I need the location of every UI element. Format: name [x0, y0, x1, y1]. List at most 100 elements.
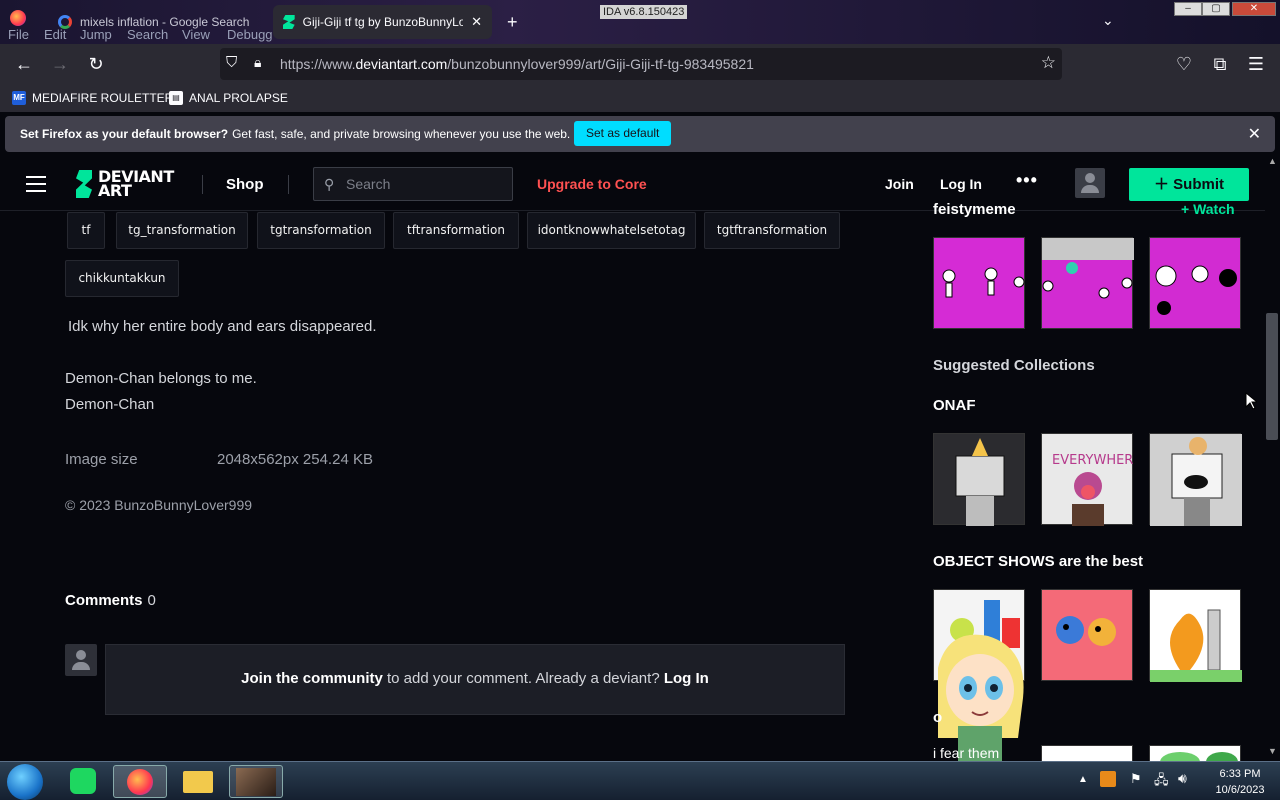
artwork-thumbnail[interactable]	[1149, 433, 1242, 526]
shop-link[interactable]: Shop	[226, 176, 264, 193]
close-tab-icon[interactable]: ✕	[471, 14, 482, 30]
browser-titlebar: File Edit Jump Search View Debugg mixels…	[0, 0, 1280, 44]
artwork-thumbnail[interactable]	[1041, 237, 1134, 329]
forward-arrow-icon[interactable]: →	[48, 54, 72, 74]
tag-chip[interactable]: idontknowwhatelsetotag	[527, 212, 696, 249]
comment-login-link[interactable]: Log In	[664, 670, 709, 687]
artwork-thumbnail[interactable]	[1149, 589, 1242, 682]
partial-image	[1160, 752, 1238, 772]
default-avatar-icon	[65, 644, 97, 676]
search-placeholder: Search	[346, 176, 391, 192]
new-tab-icon[interactable]: +	[507, 12, 518, 33]
scrollbar-thumb[interactable]	[1266, 313, 1278, 440]
tag-chip[interactable]: tftransformation	[393, 212, 519, 249]
artwork-thumbnail[interactable]	[1149, 237, 1241, 329]
mediafire-icon: MF	[12, 91, 26, 105]
system-clock[interactable]: 6:33 PM 10/6/2023	[1205, 766, 1275, 798]
tag-chip[interactable]: tg_transformation	[116, 212, 248, 249]
stick-figures-image	[1155, 265, 1237, 315]
maximize-button[interactable]: ▢	[1202, 2, 1230, 16]
start-button[interactable]	[7, 764, 43, 800]
tag-chip[interactable]: chikkuntakkun	[65, 260, 179, 297]
hamburger-menu-icon[interactable]	[26, 176, 46, 192]
pocket-icon[interactable]: ♡	[1172, 54, 1196, 74]
bookmark-second[interactable]: ▤ ANAL PROLAPSE	[169, 91, 288, 105]
character-image	[955, 438, 1005, 526]
tab-deviantart-active[interactable]: Giji-Giji tf tg by BunzoBunnyLo ✕	[273, 5, 492, 39]
firefox-menu-icon[interactable]	[10, 10, 26, 26]
tray-app-icon[interactable]	[1100, 771, 1116, 787]
artwork-thumbnail[interactable]	[933, 237, 1025, 329]
artwork-thumbnail[interactable]	[933, 433, 1025, 526]
comment-prompt-text: to add your comment. Already a deviant?	[387, 670, 660, 687]
window-close-button[interactable]: ✕	[1232, 2, 1276, 16]
collection-title[interactable]: o	[933, 709, 942, 726]
url-bar[interactable]: ⛉ 🔒︎ https://www.deviantart.com/bunzobun…	[220, 48, 1062, 80]
watch-button[interactable]: + Watch	[1181, 201, 1235, 217]
page-scrollbar[interactable]: ▲ ▼	[1265, 156, 1280, 761]
taskbar-spotify[interactable]	[56, 765, 110, 798]
app-menu-icon[interactable]: ☰	[1244, 54, 1268, 74]
minimize-button[interactable]: –	[1174, 2, 1202, 16]
copyright-text: © 2023 BunzoBunnyLover999	[65, 497, 253, 513]
artwork-thumbnail[interactable]	[1041, 589, 1133, 681]
collection-title[interactable]: OBJECT SHOWS are the best	[933, 553, 1143, 570]
desktop-character-overlay[interactable]	[928, 628, 1030, 762]
taskbar-image-viewer[interactable]	[229, 765, 283, 798]
tag-chip[interactable]: tgtransformation	[257, 212, 385, 249]
tab-label: Giji-Giji tf tg by BunzoBunnyLo	[302, 15, 464, 29]
bookmark-mediafire[interactable]: MF MEDIAFIRE ROULETTER	[12, 91, 173, 105]
action-center-icon[interactable]: ⚑	[1130, 771, 1142, 787]
shield-icon[interactable]: ⛉	[226, 54, 237, 71]
more-options-icon[interactable]: •••	[1016, 170, 1038, 191]
scroll-up-icon[interactable]: ▲	[1268, 156, 1277, 166]
search-input[interactable]: ⚲ Search	[313, 167, 513, 201]
volume-icon[interactable]: 🔊︎	[1178, 770, 1187, 787]
artwork-thumbnail[interactable]	[1149, 745, 1241, 772]
bookmark-label: ANAL PROLAPSE	[189, 91, 288, 105]
list-all-tabs-icon[interactable]: ⌄	[1102, 12, 1114, 29]
clock-time: 6:33 PM	[1219, 768, 1261, 780]
join-link[interactable]: Join	[885, 176, 914, 192]
submit-button[interactable]: ＋ Submit	[1129, 168, 1249, 201]
scroll-down-icon[interactable]: ▼	[1268, 746, 1277, 756]
deviantart-header: DEVIANT ART Shop ⚲ Search Upgrade to Core…	[0, 156, 1265, 211]
description-line: Idk why her entire body and ears disappe…	[68, 318, 377, 335]
login-link[interactable]: Log In	[940, 176, 982, 192]
network-icon[interactable]: 🖧︎	[1154, 771, 1169, 793]
character-image: EVERYWHERE	[1052, 453, 1142, 526]
upgrade-to-core-link[interactable]: Upgrade to Core	[537, 176, 647, 192]
cartoon-girl-image	[938, 634, 1024, 762]
submit-label: Submit	[1173, 176, 1225, 193]
tag-chip[interactable]: tf	[67, 212, 105, 249]
set-as-default-button[interactable]: Set as default	[574, 121, 672, 146]
default-browser-notification: Set Firefox as your default browser? Get…	[5, 116, 1275, 152]
comments-count: 0	[147, 592, 156, 609]
menu-file[interactable]: File	[8, 27, 29, 42]
spotify-icon	[70, 768, 96, 794]
join-community-link[interactable]: Join the community	[241, 670, 383, 687]
extensions-icon[interactable]: ⧉	[1208, 54, 1232, 74]
back-arrow-icon[interactable]: ←	[12, 54, 36, 74]
gallery-title-partial[interactable]: feistymeme	[933, 201, 1016, 217]
firefox-icon	[127, 769, 153, 795]
artwork-thumbnail[interactable]	[1041, 745, 1133, 761]
url-text[interactable]: https://www.deviantart.com/bunzobunnylov…	[280, 56, 754, 72]
tab-google-search[interactable]: mixels inflation - Google Search	[48, 5, 272, 39]
reload-icon[interactable]: ↻	[84, 54, 108, 74]
close-icon[interactable]: ✕	[1248, 124, 1261, 144]
search-icon: ⚲	[324, 176, 335, 192]
taskbar-explorer[interactable]	[171, 765, 225, 798]
user-avatar-icon[interactable]	[1075, 168, 1105, 198]
bookmark-star-icon[interactable]: ☆	[1041, 53, 1056, 73]
svg-text:EVERYWHERE: EVERYWHERE	[1052, 453, 1134, 468]
tag-chip[interactable]: tgtftransformation	[704, 212, 840, 249]
collection-title[interactable]: ONAF	[933, 397, 976, 414]
google-icon	[58, 15, 72, 29]
taskbar-firefox[interactable]	[113, 765, 167, 798]
artwork-thumbnail[interactable]: EVERYWHERE	[1041, 433, 1142, 526]
deviantart-logo[interactable]: DEVIANT ART	[76, 169, 174, 199]
suggested-collections-heading: Suggested Collections	[933, 357, 1095, 374]
show-hidden-icons-icon[interactable]: ▲	[1078, 774, 1088, 785]
lock-icon[interactable]: 🔒︎	[254, 54, 261, 71]
